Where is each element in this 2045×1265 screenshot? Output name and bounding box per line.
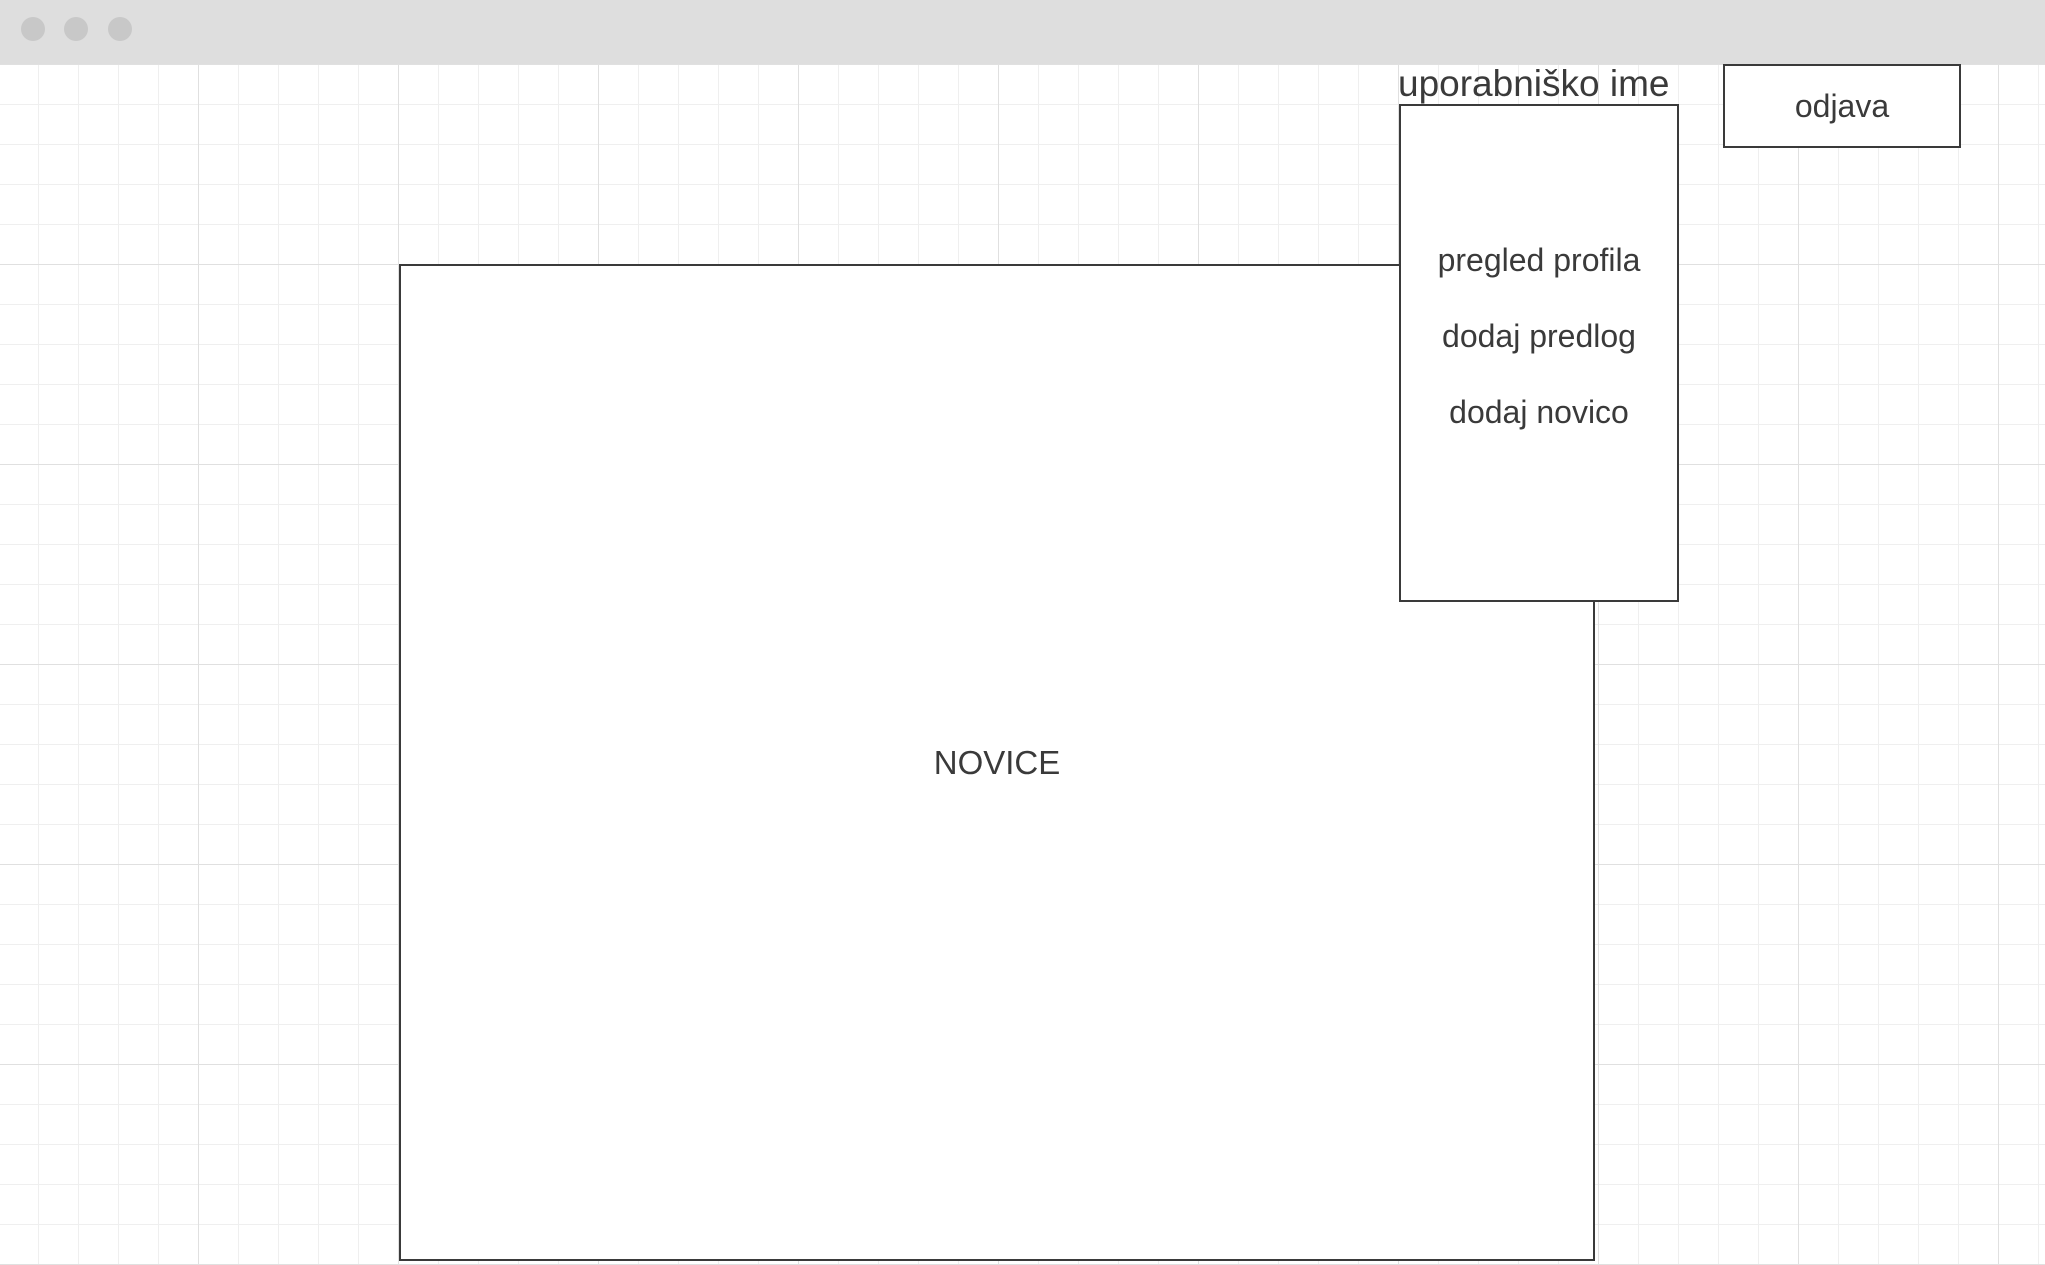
news-title: NOVICE: [933, 744, 1061, 781]
menu-item-add-proposal[interactable]: dodaj predlog: [1401, 316, 1677, 356]
menu-item-view-profile[interactable]: pregled profila: [1401, 240, 1677, 280]
logout-button[interactable]: odjava: [1723, 64, 1961, 148]
window-titlebar: [0, 0, 2045, 64]
logout-button-label: odjava: [1794, 87, 1890, 124]
user-dropdown-menu: pregled profila dodaj predlog dodaj novi…: [1399, 104, 1679, 602]
window-close-dot-icon[interactable]: [21, 17, 45, 41]
window-minimize-dot-icon[interactable]: [64, 17, 88, 41]
window-maximize-dot-icon[interactable]: [108, 17, 132, 41]
username-label[interactable]: uporabniško ime: [1398, 62, 1669, 106]
menu-item-add-news[interactable]: dodaj novico: [1401, 392, 1677, 432]
